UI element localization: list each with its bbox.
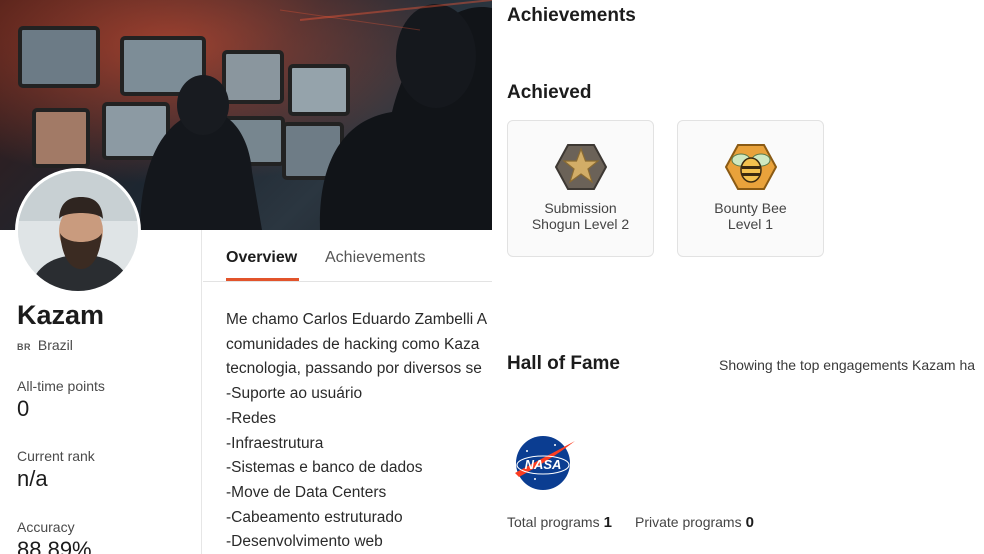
total-programs: Total programs 1 [507,514,612,531]
about-line: -Cabeamento estruturado [226,508,403,526]
badge-label-line: Bounty Bee [714,200,787,216]
achievements-heading: Achievements [507,5,636,26]
avatar [15,168,141,294]
about-line: -Desenvolvimento web [226,533,383,551]
private-programs-label: Private programs [635,514,742,530]
private-programs-value: 0 [745,514,754,531]
active-tab-indicator [226,278,299,281]
avatar-photo [18,171,138,291]
hall-of-fame-description: Showing the top engagements Kazam ha [719,357,976,373]
badge-card-bounty-bee[interactable]: Bounty Bee Level 1 [677,120,824,257]
badge-card-submission-shogun[interactable]: Submission Shogun Level 2 [507,120,654,257]
tab-overview[interactable]: Overview [226,249,297,267]
stat-value-accuracy: 88.89% [17,537,92,554]
about-line: -Sistemas e banco de dados [226,459,423,477]
stat-label-accuracy: Accuracy [17,519,75,535]
hall-of-fame-heading: Hall of Fame [507,353,620,374]
private-programs: Private programs 0 [635,514,754,531]
bee-badge-icon [725,144,777,190]
tab-achievements[interactable]: Achievements [325,249,426,267]
about-line: tecnologia, passando por diversos se [226,360,482,378]
nasa-logo-text: NASA [525,457,562,472]
username: Kazam [17,300,105,330]
stat-label-rank: Current rank [17,448,95,464]
badge-label: Submission Shogun Level 2 [508,200,653,232]
about-text: Me chamo Carlos Eduardo Zambelli A comun… [226,308,492,554]
about-line: -Move de Data Centers [226,483,387,501]
about-line: comunidades de hacking como Kaza [226,335,480,353]
profile-panel: Kazam BR Brazil All-time points 0 Curren… [0,0,492,554]
total-programs-label: Total programs [507,514,600,530]
badge-label-line: Level 1 [727,216,774,232]
badge-label-line: Shogun Level 2 [531,216,630,232]
about-line: -Infraestrutura [226,434,324,452]
stat-label-points: All-time points [17,378,105,394]
about-line: -Redes [226,409,276,427]
country: BR Brazil [17,337,73,353]
achieved-heading: Achieved [507,82,592,103]
stat-value-points: 0 [17,396,30,421]
star-badge-icon [555,144,607,190]
about-line: -Suporte ao usuário [226,385,363,403]
about-line: Me chamo Carlos Eduardo Zambelli A [226,311,488,328]
nasa-logo[interactable]: NASA [513,433,577,498]
nasa-meatball-icon: NASA [515,436,575,490]
achievements-panel: Achievements Achieved Submission Shogun … [492,0,984,554]
badge-label: Bounty Bee Level 1 [678,200,823,232]
total-programs-value: 1 [603,514,612,531]
country-name: Brazil [37,337,73,353]
stat-value-rank: n/a [17,466,48,491]
flag-icon: BR [17,342,31,352]
badge-label-line: Submission [544,200,617,216]
profile-tabs: Overview Achievements [203,230,492,282]
